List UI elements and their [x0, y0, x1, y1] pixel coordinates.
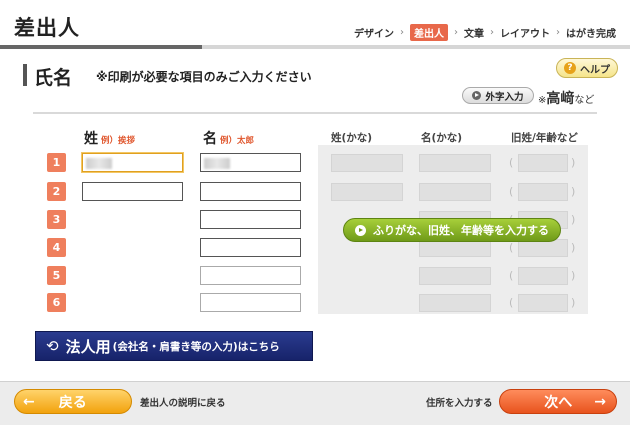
row-number: 3: [47, 210, 66, 229]
row-number: 5: [47, 266, 66, 285]
step-separator: ›: [556, 27, 560, 38]
row-number: 2: [47, 182, 66, 201]
mei-example: 例）太郎: [220, 136, 255, 146]
next-button[interactable]: 次へ →: [499, 389, 617, 414]
corporate-button[interactable]: ⟲ 法人用 (会社名・肩書き等の入力)はこちら: [35, 331, 313, 361]
help-button[interactable]: ? ヘルプ: [556, 58, 618, 78]
back-button[interactable]: ← 戻る: [14, 389, 132, 414]
mei-input-2[interactable]: [200, 182, 301, 201]
step-text: 文章: [464, 29, 484, 40]
column-sei: 姓例）挨拶: [84, 131, 136, 147]
step-separator: ›: [400, 27, 404, 38]
mei-input-5[interactable]: [200, 266, 301, 285]
progress-bar-filled: [0, 45, 202, 49]
mei-kana-input-1: [419, 154, 491, 172]
redacted-text: [204, 158, 230, 169]
sei-kana-input-1: [331, 154, 403, 172]
sei-input-2[interactable]: [82, 182, 183, 201]
redacted-text: [86, 158, 112, 169]
mei-kana-input-6: [419, 294, 491, 312]
kyusei-input-6: [518, 294, 568, 312]
furigana-label: ふりがな、旧姓、年齢等を入力する: [373, 224, 549, 237]
column-kyusei: 旧姓/年齢など: [511, 132, 578, 144]
arrow-left-icon: ←: [23, 393, 35, 410]
next-label: 次へ: [544, 394, 573, 411]
column-mei-kana: 名(かな): [421, 132, 463, 144]
gaiji-input-button[interactable]: 外字入力: [462, 87, 534, 104]
corporate-sublabel: (会社名・肩書き等の入力)はこちら: [112, 340, 280, 353]
step-separator: ›: [490, 27, 494, 38]
next-hint: 住所を入力する: [426, 398, 493, 409]
step-sender: 差出人: [410, 24, 448, 41]
arrow-right-icon: →: [594, 393, 606, 410]
kyusei-input-1: [518, 154, 568, 172]
mei-kana-input-5: [419, 267, 491, 285]
furigana-expand-button[interactable]: ふりがな、旧姓、年齢等を入力する: [343, 218, 561, 242]
step-complete: はがき完成: [566, 29, 616, 40]
divider: [33, 112, 597, 114]
section-marker: [23, 64, 27, 86]
mei-kana-input-2: [419, 183, 491, 201]
sei-input-1[interactable]: [82, 153, 183, 172]
kyusei-input-5: [518, 267, 568, 285]
row-number: 6: [47, 293, 66, 312]
step-separator: ›: [454, 27, 458, 38]
mei-input-1[interactable]: [200, 153, 301, 172]
back-hint: 差出人の説明に戻る: [140, 398, 226, 409]
corporate-label: 法人用: [65, 337, 111, 356]
mei-input-4[interactable]: [200, 238, 301, 257]
section-note: ※印刷が必要な項目のみご入力ください: [96, 70, 312, 84]
kyusei-input-2: [518, 183, 568, 201]
mei-input-3[interactable]: [200, 210, 301, 229]
sei-example: 例）挨拶: [101, 136, 136, 146]
gaiji-example: 高﨑: [546, 91, 575, 107]
gaiji-label: 外字入力: [485, 91, 524, 103]
section-title: 氏名: [34, 67, 73, 89]
column-sei-kana: 姓(かな): [331, 132, 373, 144]
refresh-icon: ⟲: [46, 337, 59, 355]
column-mei: 名例）太郎: [203, 131, 255, 147]
row-number: 4: [47, 238, 66, 257]
row-number: 1: [47, 153, 66, 172]
page-title: 差出人: [14, 16, 80, 40]
back-label: 戻る: [58, 394, 87, 411]
play-icon: [472, 91, 482, 100]
step-breadcrumb: デザイン › 差出人 › 文章 › レイアウト › はがき完成: [354, 24, 616, 41]
progress-bar-track: [202, 45, 630, 49]
sei-kana-input-2: [331, 183, 403, 201]
header: 差出人 デザイン › 差出人 › 文章 › レイアウト › はがき完成: [0, 0, 630, 46]
help-label: ヘルプ: [580, 64, 610, 76]
mei-input-6[interactable]: [200, 293, 301, 312]
play-icon: [355, 224, 366, 236]
step-layout: レイアウト: [500, 29, 550, 40]
footer: ← 戻る 差出人の説明に戻る 住所を入力する 次へ →: [0, 381, 630, 425]
gaiji-note: ※高﨑など: [538, 91, 595, 107]
step-design: デザイン: [354, 29, 394, 40]
question-icon: ?: [564, 62, 576, 74]
